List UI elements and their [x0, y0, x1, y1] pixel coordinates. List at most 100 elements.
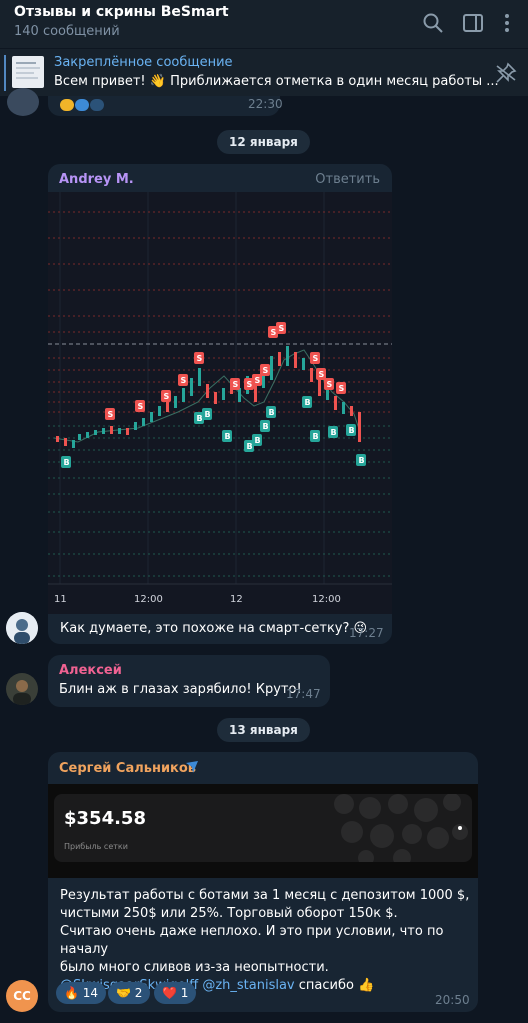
message-time: 17:27 [349, 626, 384, 640]
svg-text:B: B [331, 428, 337, 437]
pinned-text: Всем привет! 👋 Приближается отметка в од… [54, 74, 499, 89]
svg-text:S: S [108, 410, 114, 419]
sidebar-icon[interactable] [462, 12, 484, 34]
reaction-strip[interactable] [60, 96, 104, 115]
sell-marker: S [316, 368, 326, 380]
date-separator: 12 января [217, 130, 310, 154]
more-icon[interactable] [496, 12, 518, 34]
sell-marker: S [336, 382, 346, 394]
avatar[interactable] [6, 673, 38, 705]
sell-marker: S [161, 390, 171, 402]
buy-markers: B B B B B B B B B B B B B [61, 396, 366, 468]
sender-name[interactable]: Алексей [59, 663, 122, 678]
trading-chart-image[interactable]: S S S S S S S S S S S S S S S B B B B B … [48, 192, 392, 614]
x-tick-label: 12:00 [134, 594, 163, 605]
text-line: Результат работы с ботами за 1 месяц с д… [60, 888, 470, 903]
svg-text:B: B [225, 432, 231, 441]
sell-marker: S [135, 400, 145, 412]
avatar[interactable] [6, 612, 38, 644]
sell-marker: S [105, 408, 115, 420]
svg-text:S: S [247, 380, 253, 389]
svg-text:B: B [255, 436, 261, 445]
sell-marker: S [324, 378, 334, 390]
svg-text:S: S [313, 354, 319, 363]
svg-text:B: B [247, 442, 253, 451]
coins-pattern-icon [334, 794, 468, 862]
fire-icon: 🔥 [64, 986, 79, 1000]
reaction-chip[interactable] [75, 99, 89, 111]
message-text: Блин аж в глазах зарябило! Круто! [59, 682, 302, 697]
svg-text:B: B [305, 398, 311, 407]
mention-link[interactable]: @zh_stanislav [202, 978, 294, 993]
text-line: было много сливов из-за неопытности. [60, 960, 329, 975]
message-time: 20:50 [435, 993, 470, 1007]
message-bubble-aleksey: Алексей Блин аж в глазах зарябило! Круто… [48, 655, 330, 707]
avatar[interactable] [7, 88, 39, 116]
text-line: Считаю очень даже неплохо. И это при усл… [60, 924, 444, 957]
reply-link[interactable]: Ответить [315, 172, 380, 187]
message-time: 17:47 [286, 687, 321, 701]
unpin-icon[interactable] [494, 61, 518, 85]
buy-marker: B [302, 396, 312, 408]
reaction-fire[interactable]: 🔥 14 [56, 982, 107, 1004]
chart-svg: S S S S S S S S S S S S S S S B B B B B … [48, 192, 392, 605]
reaction-count: 2 [134, 986, 143, 1000]
svg-text:S: S [181, 376, 187, 385]
svg-text:B: B [197, 414, 203, 423]
x-tick-label: 12:00 [312, 594, 341, 605]
verified-icon [186, 761, 198, 773]
buy-marker: B [222, 430, 232, 442]
reaction-heart[interactable]: ❤️ 1 [154, 982, 197, 1004]
buy-marker: B [310, 430, 320, 442]
pinned-thumbnail [12, 56, 44, 88]
sell-marker: S [260, 364, 270, 376]
pinned-accent-line [4, 55, 6, 91]
sell-marker: S [252, 374, 262, 386]
pinned-message-bar[interactable]: Закреплённое сообщение Всем привет! 👋 Пр… [0, 49, 528, 96]
svg-text:S: S [138, 402, 144, 411]
avatar[interactable]: СС [6, 980, 38, 1012]
svg-text:S: S [233, 380, 239, 389]
svg-text:S: S [319, 370, 325, 379]
sender-name[interactable]: Andrey M. [59, 172, 134, 187]
svg-text:B: B [313, 432, 319, 441]
chat-header: Отзывы и скрины BeSmart 140 сообщений [0, 0, 528, 48]
svg-text:S: S [255, 376, 261, 385]
reaction-chip[interactable] [60, 99, 74, 111]
card-dot [458, 826, 462, 830]
thanks-text: спасибо 👍 [298, 978, 375, 993]
buy-marker: B [356, 454, 366, 466]
search-icon[interactable] [422, 12, 444, 34]
svg-text:B: B [205, 410, 211, 419]
svg-text:B: B [359, 456, 365, 465]
x-tick-label: 11 [54, 594, 67, 605]
svg-text:S: S [279, 324, 285, 333]
reaction-count: 1 [180, 986, 189, 1000]
sell-marker: S [194, 352, 204, 364]
buy-marker: B [266, 406, 276, 418]
profit-screenshot-image[interactable]: $354.58 Прибыль сетки [48, 784, 478, 878]
sell-marker: S [230, 378, 240, 390]
svg-text:B: B [64, 458, 70, 467]
svg-text:S: S [271, 328, 277, 337]
heart-icon: ❤️ [162, 986, 177, 1000]
reaction-count: 14 [82, 986, 99, 1000]
profit-amount: $354.58 [64, 808, 146, 829]
pinned-title: Закреплённое сообщение [54, 55, 233, 70]
svg-text:S: S [327, 380, 333, 389]
sell-marker: S [276, 322, 286, 334]
reaction-chip[interactable] [90, 99, 104, 111]
handshake-icon: 🤝 [116, 986, 131, 1000]
chat-title[interactable]: Отзывы и скрины BeSmart [14, 4, 229, 20]
profit-label: Прибыль сетки [64, 842, 128, 851]
svg-text:S: S [339, 384, 345, 393]
svg-text:S: S [263, 366, 269, 375]
buy-marker: B [61, 456, 71, 468]
date-separator: 13 января [217, 718, 310, 742]
x-axis-labels: 11 12:00 12 12:00 [54, 594, 341, 605]
message-bubble-previous: 22:30 [48, 96, 283, 116]
message-text: Результат работы с ботами за 1 месяц с д… [60, 887, 472, 995]
sender-name[interactable]: Сергей Сальников [59, 761, 196, 776]
svg-text:S: S [164, 392, 170, 401]
reaction-handshake[interactable]: 🤝 2 [108, 982, 151, 1004]
